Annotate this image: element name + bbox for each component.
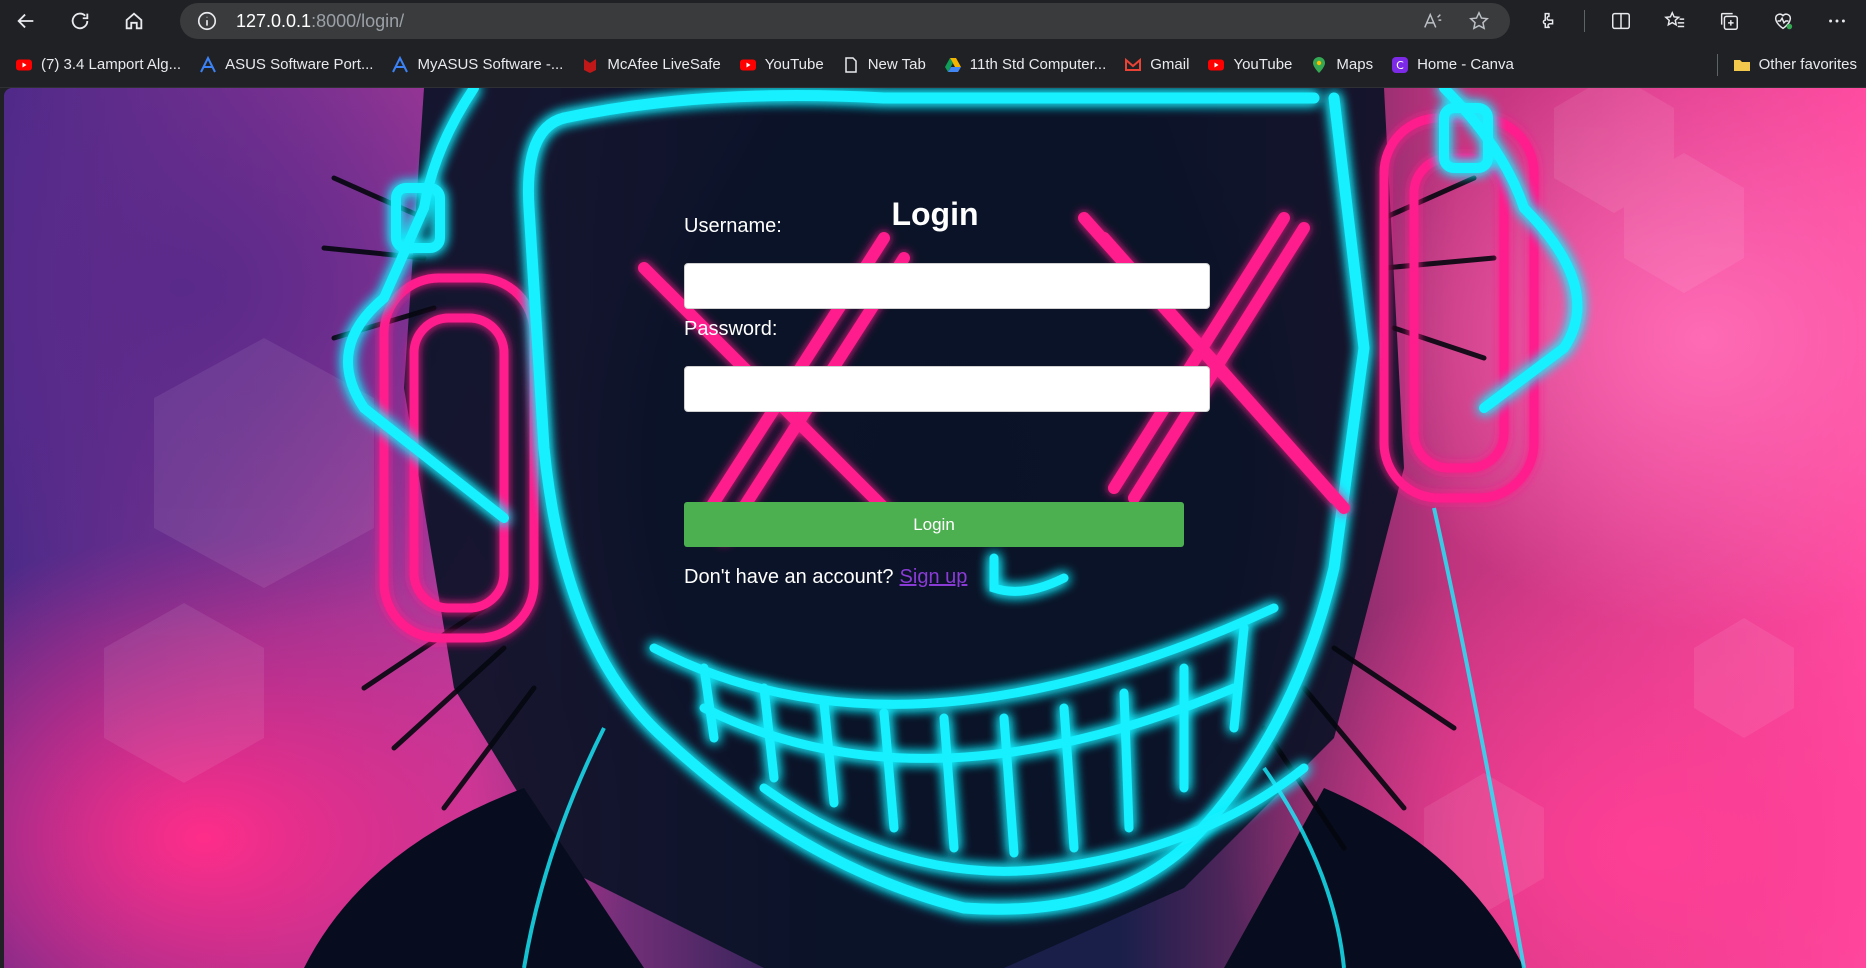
bookmark-label: ASUS Software Port...: [225, 56, 374, 73]
page-title: Login: [891, 196, 979, 232]
password-label: Password:: [684, 318, 778, 340]
home-button[interactable]: [114, 4, 154, 38]
youtube-icon: [1207, 56, 1225, 74]
bookmark-label: Gmail: [1150, 56, 1190, 73]
bookmark-label: 11th Std Computer...: [969, 56, 1107, 73]
password-input[interactable]: [684, 366, 1210, 412]
bookmark-label: McAfee LiveSafe: [607, 56, 721, 73]
mcafee-icon: [581, 56, 599, 74]
bookmark-label: Home - Canva: [1417, 56, 1514, 73]
url-path: :8000/login/: [311, 10, 405, 31]
refresh-icon: [71, 12, 89, 30]
maps-icon: [1310, 56, 1328, 74]
signup-link[interactable]: Sign up: [900, 566, 968, 588]
browser-toolbar: 127.0.0.1:8000/login/: [0, 0, 1866, 42]
svg-text:C: C: [1396, 59, 1404, 72]
bookmark-label: YouTube: [764, 56, 824, 73]
collections-icon[interactable]: [1711, 4, 1747, 38]
read-aloud-icon[interactable]: [1422, 10, 1444, 37]
bookmark-item[interactable]: MyASUS Software -...: [382, 49, 572, 81]
gmail-icon: [1124, 56, 1142, 74]
bookmark-label: (7) 3.4 Lamport Alg...: [41, 56, 182, 73]
home-icon: [125, 12, 143, 30]
bookmark-item[interactable]: ASUS Software Port...: [190, 49, 382, 81]
youtube-icon: [15, 56, 33, 74]
bookmark-item[interactable]: Gmail: [1115, 49, 1198, 81]
browser-essentials-icon[interactable]: [1765, 4, 1801, 38]
signup-prompt: Don't have an account? Sign up: [684, 566, 967, 589]
bookmark-label: New Tab: [867, 56, 926, 73]
refresh-button[interactable]: [60, 4, 100, 38]
bookmark-label: MyASUS Software -...: [417, 56, 564, 73]
username-label: Username:: [684, 215, 782, 237]
bookmark-item[interactable]: (7) 3.4 Lamport Alg...: [6, 49, 190, 81]
more-menu-icon[interactable]: [1819, 4, 1855, 38]
bookmark-label: Maps: [1336, 56, 1374, 73]
login-button[interactable]: Login: [684, 502, 1184, 547]
extensions-icon[interactable]: [1530, 4, 1566, 38]
address-bar[interactable]: 127.0.0.1:8000/login/: [180, 3, 1510, 39]
site-info-icon[interactable]: [196, 10, 218, 32]
bookmark-item[interactable]: C Home - Canva: [1382, 49, 1523, 81]
bookmark-item[interactable]: Maps: [1301, 49, 1382, 81]
signup-prompt-text: Don't have an account?: [684, 566, 894, 588]
other-favorites-folder[interactable]: Other favorites: [1724, 49, 1866, 81]
bookmarks-bar: (7) 3.4 Lamport Alg... ASUS Software Port…: [0, 42, 1866, 88]
back-arrow-icon: [17, 13, 34, 29]
split-screen-icon[interactable]: [1603, 4, 1639, 38]
bookmark-item[interactable]: YouTube: [730, 49, 833, 81]
back-button[interactable]: [6, 4, 46, 38]
page-viewport: Login Username: Password: Login Don't ha…: [4, 88, 1866, 968]
folder-icon: [1733, 56, 1751, 74]
favorites-list-icon[interactable]: [1657, 4, 1693, 38]
favorite-star-icon[interactable]: [1468, 10, 1490, 37]
url-host: 127.0.0.1: [236, 10, 312, 31]
asus-icon: [391, 55, 409, 74]
drive-icon: [944, 56, 962, 74]
url-text[interactable]: 127.0.0.1:8000/login/: [236, 11, 404, 32]
asus-icon: [199, 55, 217, 74]
bookmark-item[interactable]: YouTube: [1198, 49, 1301, 81]
youtube-icon: [739, 56, 757, 74]
canva-icon: C: [1391, 56, 1409, 74]
username-input[interactable]: [684, 263, 1210, 309]
bookmark-item[interactable]: 11th Std Computer...: [935, 49, 1115, 81]
bookmark-label: YouTube: [1233, 56, 1293, 73]
bookmark-item[interactable]: New Tab: [833, 49, 935, 81]
page-icon: [842, 56, 860, 74]
other-favorites-label: Other favorites: [1758, 56, 1857, 73]
bookmark-item[interactable]: McAfee LiveSafe: [572, 49, 729, 81]
